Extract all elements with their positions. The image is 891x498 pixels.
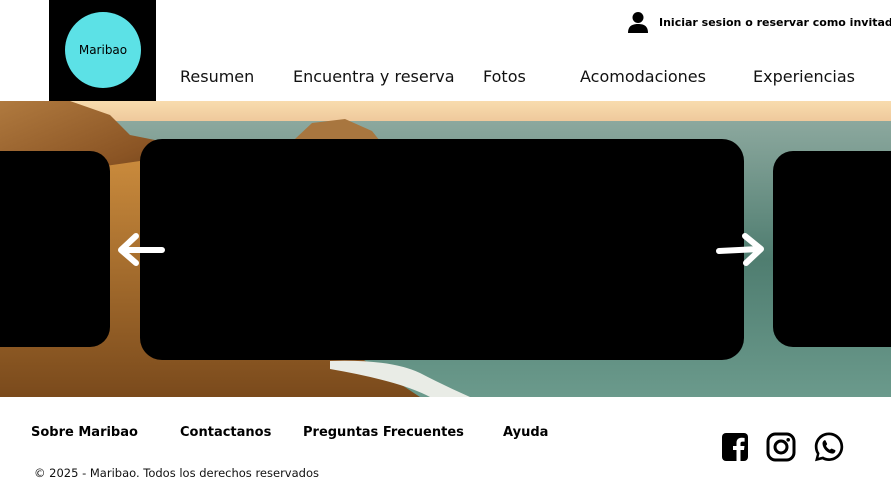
copyright-text: © 2025 - Maribao. Todos los derechos res… [34,466,319,480]
site-footer: Sobre Maribao Contactanos Preguntas Frec… [0,397,891,498]
logo-text: Maribao [78,43,128,57]
nav-acomodaciones[interactable]: Acomodaciones [580,67,706,86]
site-header: Maribao Iniciar sesion o reservar como i… [0,0,891,101]
facebook-icon[interactable] [718,430,752,464]
arrow-left-icon[interactable] [114,231,166,267]
footer-link-preguntas-frecuentes[interactable]: Preguntas Frecuentes [303,425,464,440]
instagram-icon[interactable] [764,430,798,464]
login-link[interactable]: Iniciar sesion o reservar como invitado [627,10,891,34]
user-icon [628,12,648,33]
nav-fotos[interactable]: Fotos [483,67,526,86]
footer-link-contactanos[interactable]: Contactanos [180,425,271,440]
logo[interactable]: Maribao [49,0,156,101]
hero-carousel [0,101,891,397]
carousel-slide-prev[interactable] [0,151,110,347]
nav-resumen[interactable]: Resumen [180,67,254,86]
whatsapp-icon[interactable] [812,430,846,464]
logo-circle: Maribao [65,12,141,88]
carousel-slide-main[interactable] [140,139,744,360]
carousel-slide-next[interactable] [773,151,891,347]
login-label: Iniciar sesion o reservar como invitado [659,15,891,29]
footer-link-sobre-maribao[interactable]: Sobre Maribao [31,425,138,440]
nav-encuentra-y-reserva[interactable]: Encuentra y reserva [293,67,455,86]
nav-experiencias[interactable]: Experiencias [753,67,855,86]
arrow-right-icon[interactable] [715,231,767,267]
footer-link-ayuda[interactable]: Ayuda [503,425,548,440]
